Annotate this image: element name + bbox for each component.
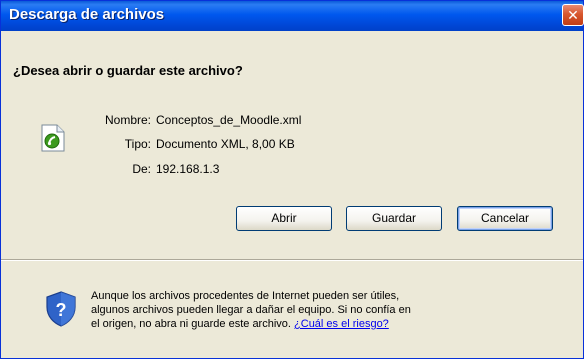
section-divider-highlight [1,260,583,261]
window-title: Descarga de archivos [9,6,165,23]
file-type-label: Tipo: [124,137,151,151]
file-type-value: Documento XML, 8,00 KB [156,137,295,151]
close-button[interactable]: ✕ [562,4,584,26]
save-button[interactable]: Guardar [346,206,442,231]
security-shield-question-icon: ? [46,291,76,327]
warning-line-3: el origen, no abra ni guarde este archiv… [91,317,531,331]
open-button[interactable]: Abrir [236,206,332,231]
file-download-dialog: Descarga de archivos ✕ ¿Desea abrir o gu… [0,0,584,359]
warning-line-2: algunos archivos pueden llegar a dañar e… [91,304,411,316]
file-source-value: 192.168.1.3 [156,162,220,176]
file-source-label: De: [132,162,151,176]
risk-info-link[interactable]: ¿Cuál es el riesgo? [294,318,389,330]
cancel-button[interactable]: Cancelar [457,206,553,231]
warning-line-1: Aunque los archivos procedentes de Inter… [91,290,400,302]
svg-text:?: ? [56,300,67,320]
file-name-value: Conceptos_de_Moodle.xml [156,113,302,127]
dialog-question: ¿Desea abrir o guardar este archivo? [13,63,243,78]
title-bar[interactable]: Descarga de archivos ✕ [1,1,584,31]
warning-line-3-text: el origen, no abra ni guarde este archiv… [91,318,295,330]
file-name-label: Nombre: [104,113,151,127]
security-warning-text: Aunque los archivos procedentes de Inter… [91,289,531,331]
